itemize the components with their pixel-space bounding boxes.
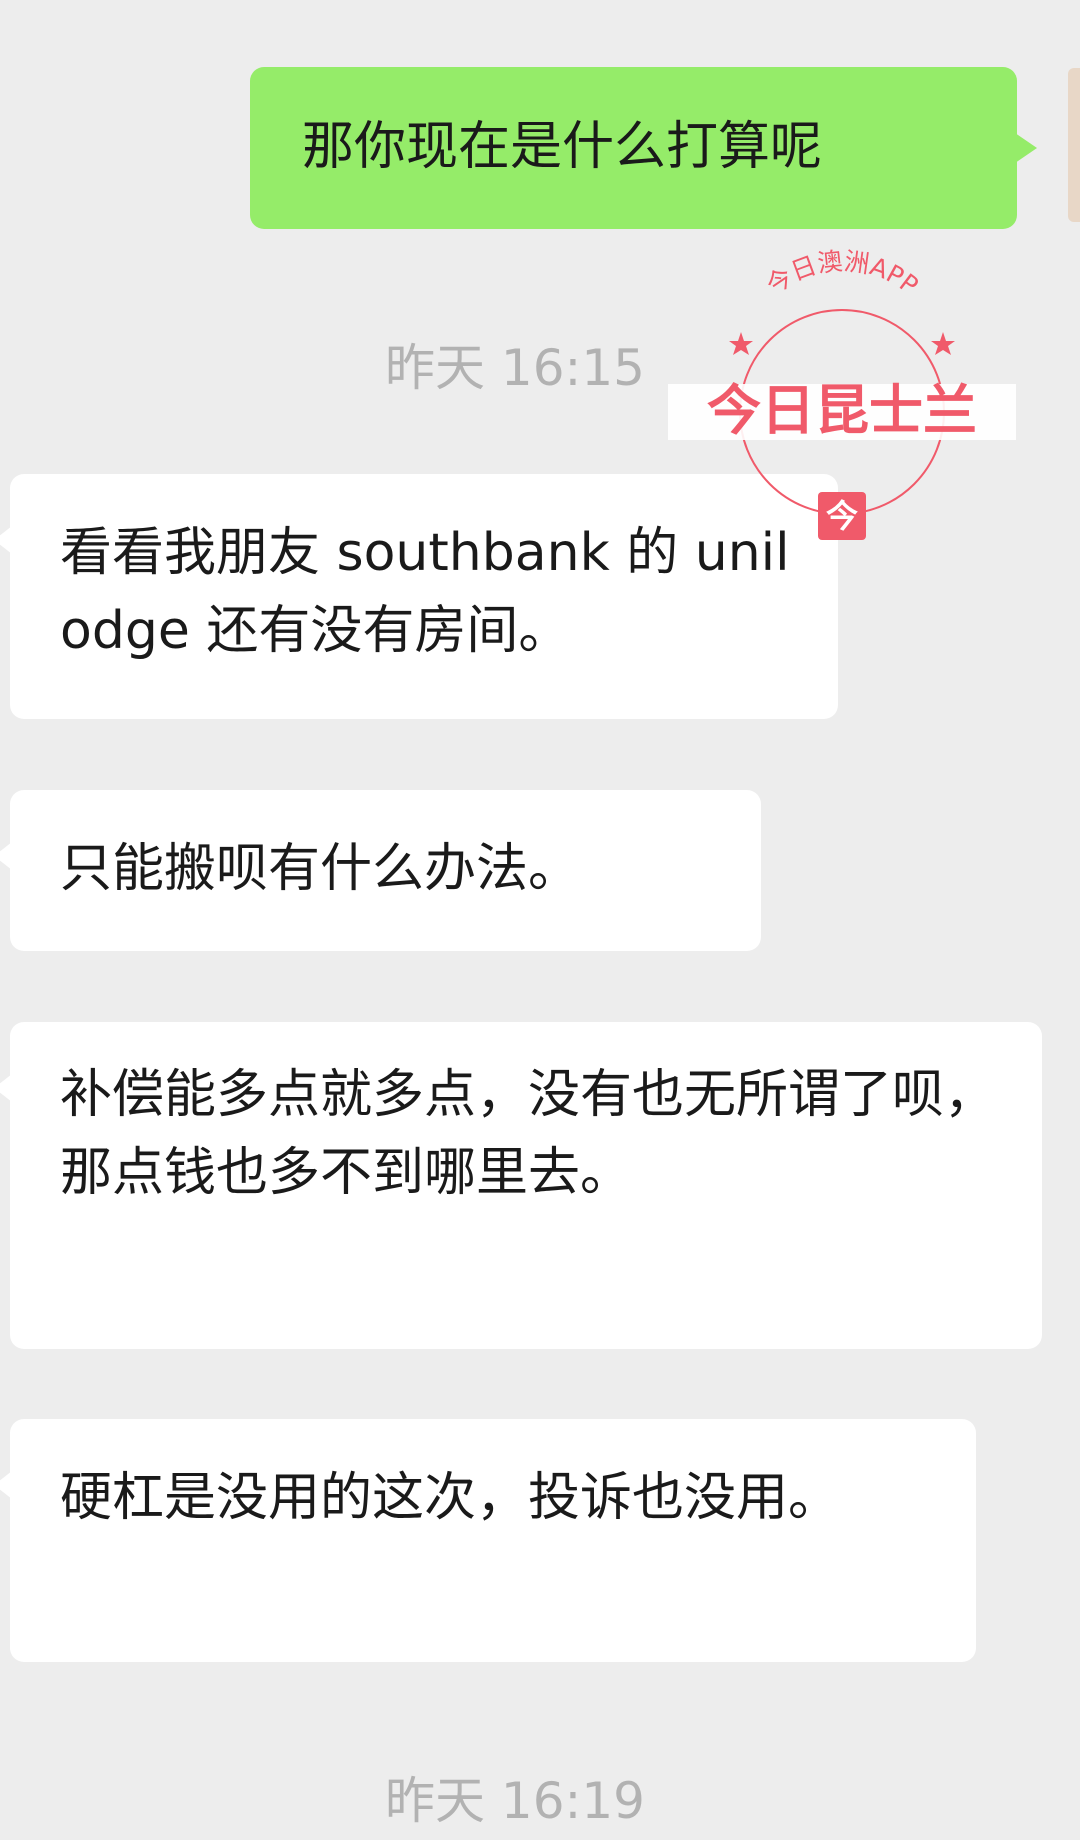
message-bubble-incoming[interactable]: 补偿能多点就多点，没有也无所谓了呗，那点钱也多不到哪里去。 xyxy=(0,1022,1042,1349)
timestamp: 昨天 16:19 xyxy=(385,1772,645,1830)
watermark-stamp: 今日澳洲APP 今日昆士兰 今 xyxy=(662,246,1022,562)
message-text: 那你现在是什么打算呢 xyxy=(302,117,823,177)
watermark-main-text: 今日昆士兰 xyxy=(707,379,977,442)
message-text: 补偿能多点就多点，没有也无所谓了呗，那点钱也多不到哪里去。 xyxy=(60,1065,997,1203)
watermark-badge-text: 今 xyxy=(826,497,858,535)
watermark-arc-text: 今日澳洲APP xyxy=(761,246,923,300)
watermark-stamp-graphic: 今日澳洲APP 今日昆士兰 今 xyxy=(668,246,1016,540)
sender-avatar-edge[interactable] xyxy=(1068,68,1080,222)
message-text: 硬杠是没用的这次，投诉也没用。 xyxy=(60,1468,841,1528)
message-bubble-incoming[interactable]: 硬杠是没用的这次，投诉也没用。 xyxy=(0,1419,976,1662)
star-icon xyxy=(931,332,955,355)
star-icon xyxy=(729,332,753,355)
message-bubble-incoming[interactable]: 只能搬呗有什么办法。 xyxy=(0,790,761,951)
message-bubble-outgoing[interactable]: 那你现在是什么打算呢 xyxy=(250,67,1037,229)
message-text: 只能搬呗有什么办法。 xyxy=(60,839,581,899)
